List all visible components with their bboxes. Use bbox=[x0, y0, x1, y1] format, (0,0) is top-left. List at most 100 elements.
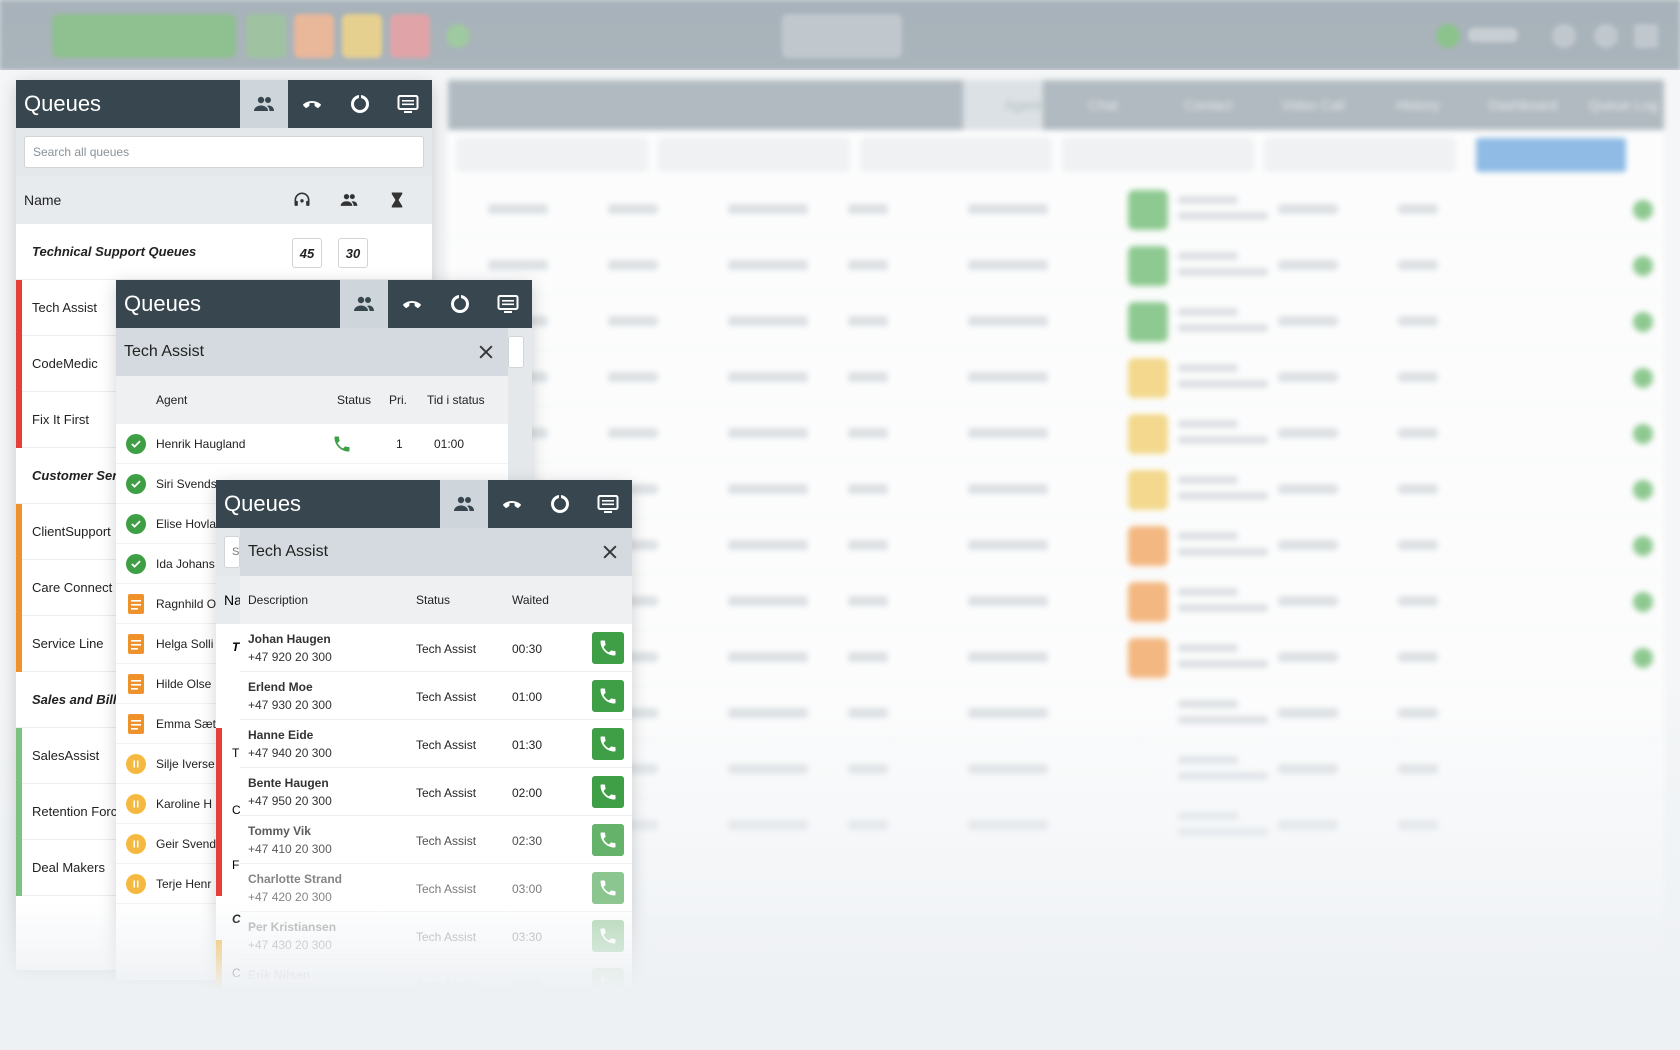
close-button[interactable] bbox=[474, 340, 498, 364]
agent-name: Hilde Olse bbox=[156, 677, 212, 691]
agent-name: Siri Svends bbox=[156, 477, 217, 491]
phone-hangup-icon bbox=[303, 101, 321, 109]
phone-icon bbox=[600, 880, 616, 896]
caller-number: +47 930 20 300 bbox=[248, 698, 332, 712]
top-bar-status-block bbox=[52, 14, 236, 58]
close-button[interactable] bbox=[598, 540, 622, 564]
call-waited: 01:30 bbox=[512, 738, 543, 752]
bg-status-dot bbox=[1633, 256, 1653, 276]
wallboard-tab-button[interactable] bbox=[484, 280, 532, 328]
available-check-icon bbox=[126, 554, 146, 574]
queue-name: ClientSupport bbox=[32, 524, 111, 539]
busy-document-icon bbox=[128, 714, 144, 734]
answer-call-button[interactable] bbox=[592, 728, 624, 760]
bg-status-square bbox=[1128, 246, 1168, 286]
queue-name: Sales and Billi bbox=[32, 692, 121, 707]
bg-status-square bbox=[1128, 526, 1168, 566]
call-queue: Tech Assist bbox=[416, 882, 477, 896]
calls-tab-button[interactable] bbox=[488, 480, 536, 528]
search-input[interactable] bbox=[24, 136, 424, 168]
queue-status-bar bbox=[16, 392, 22, 448]
caller-number: +47 410 20 300 bbox=[248, 842, 332, 856]
behind-row: T bbox=[232, 746, 240, 760]
call-row[interactable]: Bente Haugen +47 950 20 300 Tech Assist 02:… bbox=[240, 768, 632, 816]
agents-panel-header: Agent Chat Contact Video Call History Da… bbox=[448, 80, 1664, 130]
caller-name: Johan Haugen bbox=[248, 632, 331, 646]
agent-time-in-status: 01:00 bbox=[434, 437, 465, 451]
monitor-icon bbox=[597, 495, 619, 513]
answer-call-button[interactable] bbox=[592, 680, 624, 712]
wallboard-tab-button[interactable] bbox=[384, 80, 432, 128]
caller-name: Erlend Moe bbox=[248, 680, 313, 694]
donut-chart-icon bbox=[551, 494, 569, 513]
call-queue: Tech Assist bbox=[416, 786, 477, 800]
filter-bar bbox=[456, 138, 1626, 172]
call-queue: Tech Assist bbox=[416, 738, 477, 752]
call-row[interactable]: Tommy Vik +47 410 20 300 Tech Assist 02:30 bbox=[240, 816, 632, 864]
agent-name: Ida Johans bbox=[156, 557, 215, 571]
bg-tab: Chat bbox=[1088, 97, 1118, 113]
bg-status-dot bbox=[1633, 536, 1653, 556]
agents-tab-button[interactable] bbox=[240, 80, 288, 128]
wallboard-tab-button[interactable] bbox=[584, 480, 632, 528]
answer-call-button[interactable] bbox=[592, 776, 624, 808]
agent-list-header: Agent Status Pri. Tid i status bbox=[116, 376, 508, 424]
people-icon bbox=[340, 194, 358, 206]
top-bar-button bbox=[390, 14, 430, 58]
panel-header: Queues bbox=[216, 480, 632, 528]
bg-status-dot bbox=[1633, 424, 1653, 444]
call-row[interactable]: Erlend Moe +47 930 20 300 Tech Assist 01:00 bbox=[240, 672, 632, 720]
queue-name: Technical Support Queues bbox=[32, 244, 197, 259]
agents-tab-button[interactable] bbox=[440, 480, 488, 528]
caller-number: +47 920 20 300 bbox=[248, 650, 332, 664]
agent-name: Silje Iverse bbox=[156, 757, 215, 771]
hourglass-icon bbox=[391, 192, 403, 208]
donut-chart-icon bbox=[451, 294, 469, 313]
phone-icon bbox=[600, 832, 616, 848]
top-bar-icon bbox=[1634, 24, 1658, 48]
behind-search: S bbox=[224, 536, 240, 568]
stats-tab-button[interactable] bbox=[336, 80, 384, 128]
headset-icon bbox=[294, 192, 310, 206]
agent-name: Terje Henr bbox=[156, 877, 212, 891]
answer-call-button[interactable] bbox=[592, 632, 624, 664]
time-in-status-column-header: Tid i status bbox=[427, 393, 485, 407]
answer-call-button[interactable] bbox=[592, 824, 624, 856]
queue-detail-title: Tech Assist bbox=[248, 543, 329, 560]
top-bar-button bbox=[342, 14, 382, 58]
busy-document-icon bbox=[128, 594, 144, 614]
queue-name: Service Line bbox=[32, 636, 104, 651]
status-column-header: Status bbox=[416, 593, 451, 607]
queue-status-bar bbox=[16, 336, 22, 392]
calls-tab-button[interactable] bbox=[388, 280, 436, 328]
bg-status-dot bbox=[1633, 368, 1653, 388]
bg-status-square bbox=[1128, 358, 1168, 398]
bg-status-square bbox=[1128, 582, 1168, 622]
stats-tab-button[interactable] bbox=[436, 280, 484, 328]
paused-icon bbox=[126, 874, 146, 894]
top-bar-button bbox=[246, 14, 286, 58]
people-icon bbox=[454, 496, 474, 511]
call-row[interactable]: Hanne Eide +47 940 20 300 Tech Assist 01:30 bbox=[240, 720, 632, 768]
agent-row[interactable]: Henrik Haugland 1 01:00 bbox=[116, 424, 508, 464]
agent-name: Karoline H bbox=[156, 797, 213, 811]
bg-tab: History bbox=[1396, 97, 1440, 113]
waited-column-header: Waited bbox=[512, 593, 549, 607]
agent-name: Henrik Haugland bbox=[156, 437, 246, 451]
call-waited: 02:30 bbox=[512, 834, 543, 848]
queue-name: Fix It First bbox=[32, 412, 90, 427]
calls-list-header: Description Status Waited bbox=[240, 576, 632, 624]
stats-tab-button[interactable] bbox=[536, 480, 584, 528]
bg-tab: Queue Log bbox=[1588, 97, 1658, 113]
queue-group-row[interactable]: Technical Support Queues 45 30 bbox=[16, 224, 432, 280]
bg-status-dot bbox=[1633, 648, 1653, 668]
agent-name: Ragnhild O bbox=[156, 597, 217, 611]
priority-column-header: Pri. bbox=[389, 393, 407, 407]
call-waited: 02:00 bbox=[512, 786, 543, 800]
calls-tab-button[interactable] bbox=[288, 80, 336, 128]
call-row[interactable]: Johan Haugen +47 920 20 300 Tech Assist 00:… bbox=[240, 624, 632, 672]
agents-tab-button[interactable] bbox=[340, 280, 388, 328]
call-queue: Tech Assist bbox=[416, 690, 477, 704]
bg-status-square bbox=[1128, 190, 1168, 230]
paused-icon bbox=[126, 834, 146, 854]
